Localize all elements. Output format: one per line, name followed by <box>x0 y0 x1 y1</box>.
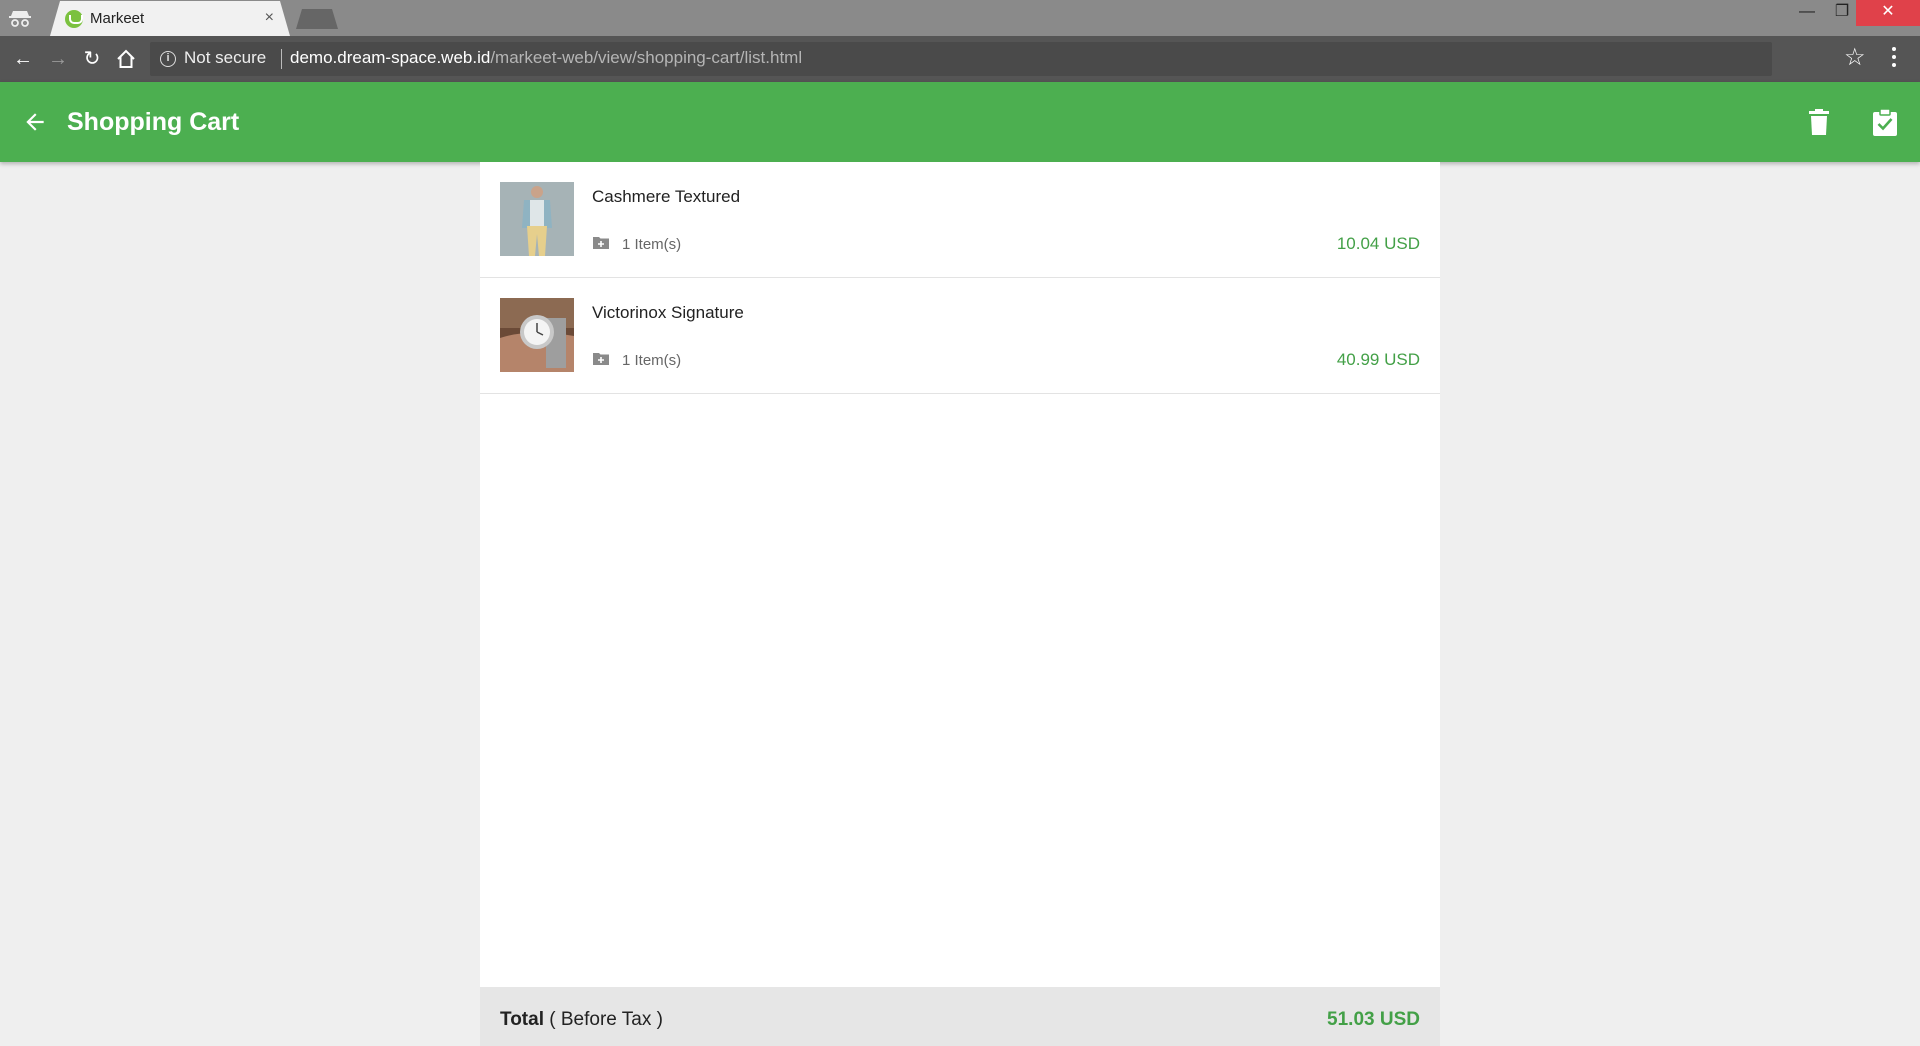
browser-back-icon[interactable]: ← <box>11 47 35 71</box>
url-host: demo.dream-space.web.id <box>290 48 491 67</box>
item-name[interactable]: Victorinox Signature <box>592 303 744 323</box>
reload-icon[interactable]: ↻ <box>80 47 104 71</box>
info-icon[interactable]: i <box>160 51 176 67</box>
arrow-back-icon[interactable] <box>22 109 48 135</box>
tab-title: Markeet <box>90 10 145 27</box>
cart-item[interactable]: Cashmere Textured 1 Item(s) 10.04 USD <box>480 162 1440 278</box>
total-label-bold: Total <box>500 1009 544 1030</box>
delete-icon[interactable] <box>1809 109 1829 135</box>
product-image-victorinox <box>500 298 574 372</box>
item-price: 10.04 USD <box>1336 234 1420 253</box>
item-name[interactable]: Cashmere Textured <box>592 187 740 207</box>
browser-tab[interactable]: Markeet × <box>50 1 290 36</box>
cart-total-bar: Total ( Before Tax ) 51.03 USD <box>480 987 1440 1046</box>
new-tab-button[interactable] <box>296 9 338 29</box>
tab-close-icon[interactable]: × <box>265 8 274 28</box>
folder-add-icon <box>593 353 609 365</box>
browser-menu-icon[interactable] <box>1892 47 1896 69</box>
total-label-suffix: ( Before Tax ) <box>543 1009 663 1030</box>
cart-list: Cashmere Textured 1 Item(s) 10.04 USD Vi… <box>480 162 1440 1046</box>
close-window-button[interactable]: ✕ <box>1856 0 1920 26</box>
total-label: Total ( Before Tax ) <box>500 1009 663 1031</box>
product-image-cashmere <box>500 182 574 256</box>
browser-titlebar: Markeet × — ❐ ✕ <box>0 0 1920 36</box>
item-quantity: 1 Item(s) <box>622 352 682 369</box>
folder-add-icon <box>593 237 609 249</box>
security-indicator[interactable]: Not secure <box>184 48 266 68</box>
app-header: Shopping Cart <box>0 82 1920 162</box>
checkout-clipboard-icon[interactable] <box>1872 108 1898 136</box>
url-divider <box>281 49 282 69</box>
page-title: Shopping Cart <box>67 108 240 136</box>
browser-forward-icon[interactable]: → <box>46 47 70 71</box>
item-price: 40.99 USD <box>1336 350 1420 369</box>
bookmark-star-icon[interactable]: ☆ <box>1844 45 1866 71</box>
url-text[interactable]: demo.dream-space.web.id/markeet-web/view… <box>290 48 802 68</box>
url-path: /markeet-web/view/shopping-cart/list.htm… <box>490 48 803 67</box>
cart-item[interactable]: Victorinox Signature 1 Item(s) 40.99 USD <box>480 278 1440 394</box>
home-icon[interactable] <box>114 47 138 71</box>
total-value: 51.03 USD <box>1327 1009 1420 1030</box>
incognito-icon <box>9 11 31 27</box>
markeet-favicon-icon <box>65 10 83 28</box>
item-quantity: 1 Item(s) <box>622 236 682 253</box>
